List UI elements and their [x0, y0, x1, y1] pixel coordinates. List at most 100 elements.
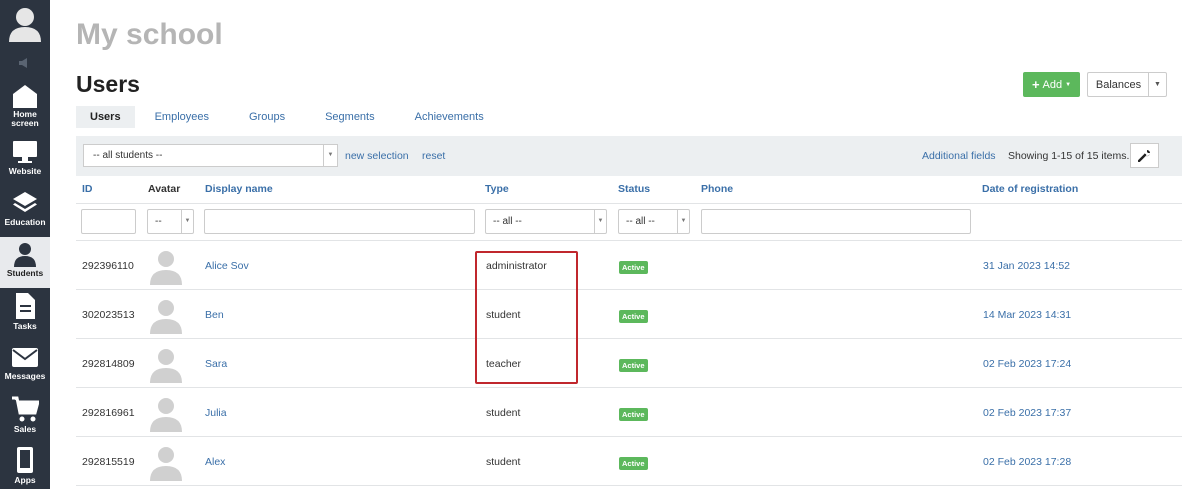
type-filter-value: -- all -- [493, 216, 522, 227]
user-icon [14, 243, 36, 267]
caret-down-icon: ▼ [677, 210, 689, 233]
caret-down-icon: ▼ [1065, 81, 1072, 88]
status-filter-value: -- all -- [626, 216, 655, 227]
avatar-placeholder-icon [150, 349, 182, 383]
sidebar-item-label: Education [4, 217, 46, 227]
sidebar-item-sales[interactable]: Sales [0, 391, 50, 442]
user-name-link[interactable]: Alex [205, 456, 225, 468]
tab-users[interactable]: Users [76, 106, 135, 128]
column-header-id[interactable]: ID [82, 183, 93, 195]
user-name-link[interactable]: Ben [205, 309, 224, 321]
cell-id: 302023513 [82, 309, 135, 321]
main-content: My school Users + Add ▼ Balances ▼ Users… [50, 0, 1200, 489]
cart-icon [12, 396, 39, 422]
sidebar-item-messages[interactable]: Messages [0, 340, 50, 391]
avatar-placeholder-icon [150, 398, 182, 432]
tab-achievements[interactable]: Achievements [395, 106, 504, 128]
envelope-icon [12, 348, 38, 367]
reset-link[interactable]: reset [422, 150, 445, 162]
settings-button[interactable] [1130, 143, 1159, 168]
highlight-box [475, 251, 578, 384]
cell-date: 14 Mar 2023 14:31 [983, 309, 1072, 321]
sidebar-item-label: Messages [4, 371, 46, 381]
sidebar-item-website[interactable]: Website [0, 135, 50, 186]
table-row: 292396110 Alice Sov administrator Active… [76, 241, 1182, 290]
document-icon [16, 293, 35, 319]
cell-type: student [486, 407, 521, 419]
avatar-filter-select[interactable]: -- ▼ [147, 209, 194, 234]
sidebar-item-label: Website [8, 166, 42, 176]
display-name-filter-input[interactable] [204, 209, 475, 234]
sidebar-item-label: Sales [13, 424, 37, 434]
phone-icon [17, 447, 33, 473]
divider [76, 203, 1182, 204]
column-header-date[interactable]: Date of registration [982, 183, 1078, 195]
status-badge: Active [619, 359, 648, 372]
cell-id: 292816961 [82, 407, 135, 419]
phone-filter-input[interactable] [701, 209, 971, 234]
table-row: 292814809 Sara teacher Active 02 Feb 202… [76, 339, 1182, 388]
caret-down-icon: ▼ [594, 210, 606, 233]
sidebar-item-education[interactable]: Education [0, 186, 50, 237]
plus-icon: + [1031, 77, 1040, 92]
type-filter-select[interactable]: -- all -- ▼ [485, 209, 607, 234]
cell-date: 02 Feb 2023 17:28 [983, 456, 1072, 468]
user-avatar-icon [9, 8, 41, 42]
avatar-placeholder-icon [150, 251, 182, 285]
sidebar-item-label: Home screen [11, 109, 39, 128]
user-name-link[interactable]: Sara [205, 358, 227, 370]
divider [76, 485, 1182, 486]
balances-dropdown-toggle[interactable]: ▼ [1148, 72, 1167, 97]
add-button[interactable]: + Add ▼ [1023, 72, 1080, 97]
sidebar-item-students[interactable]: Students [0, 237, 50, 288]
cell-date: 02 Feb 2023 17:37 [983, 407, 1072, 419]
status-filter-select[interactable]: -- all -- ▼ [618, 209, 690, 234]
status-badge: Active [619, 457, 648, 470]
cell-id: 292814809 [82, 358, 135, 370]
id-filter-input[interactable] [81, 209, 136, 234]
profile-avatar[interactable] [0, 0, 50, 48]
caret-down-icon: ▼ [323, 145, 337, 166]
cell-type: student [486, 456, 521, 468]
caret-down-icon: ▼ [1154, 81, 1161, 88]
sidebar-item-home-screen[interactable]: Home screen [0, 80, 50, 131]
sidebar-item-label: Students [6, 268, 44, 278]
page-title: Users [76, 71, 140, 97]
table-row: 302023513 Ben student Active 14 Mar 2023… [76, 290, 1182, 339]
tab-employees[interactable]: Employees [135, 106, 229, 128]
filter-bar: -- all students -- ▼ new selection reset… [76, 136, 1182, 176]
column-header-display-name[interactable]: Display name [205, 183, 273, 195]
tab-groups[interactable]: Groups [229, 106, 305, 128]
cell-id: 292396110 [82, 260, 134, 272]
items-count: Showing 1-15 of 15 items. [1008, 150, 1130, 162]
layers-icon [13, 192, 37, 212]
avatar-filter-value: -- [155, 216, 162, 227]
status-badge: Active [619, 261, 648, 274]
user-name-link[interactable]: Julia [205, 407, 227, 419]
selection-value: -- all students -- [93, 150, 163, 161]
status-badge: Active [619, 310, 648, 323]
announcements-icon[interactable] [0, 48, 50, 78]
tab-segments[interactable]: Segments [305, 106, 395, 128]
column-header-phone[interactable]: Phone [701, 183, 733, 195]
sidebar-item-label: Apps [14, 475, 36, 485]
tab-bar: Users Employees Groups Segments Achievem… [76, 106, 504, 128]
cell-date: 31 Jan 2023 14:52 [983, 260, 1070, 272]
table-row: 292816961 Julia student Active 02 Feb 20… [76, 388, 1182, 437]
sidebar-item-tasks[interactable]: Tasks [0, 288, 50, 339]
sidebar-item-apps[interactable]: Apps [0, 442, 50, 493]
new-selection-link[interactable]: new selection [345, 150, 409, 162]
sidebar: Home screen Website Education Students T… [0, 0, 50, 489]
column-header-avatar: Avatar [148, 183, 181, 195]
additional-fields-link[interactable]: Additional fields [922, 150, 996, 162]
avatar-placeholder-icon [150, 447, 182, 481]
column-header-status[interactable]: Status [618, 183, 650, 195]
caret-down-icon: ▼ [181, 210, 193, 233]
add-button-label: Add [1042, 78, 1063, 91]
balances-button[interactable]: Balances [1087, 72, 1149, 97]
column-header-type[interactable]: Type [485, 183, 509, 195]
user-name-link[interactable]: Alice Sov [205, 260, 249, 272]
monitor-icon [13, 141, 37, 163]
selection-dropdown[interactable]: -- all students -- ▼ [83, 144, 338, 167]
app-title: My school [76, 18, 223, 51]
